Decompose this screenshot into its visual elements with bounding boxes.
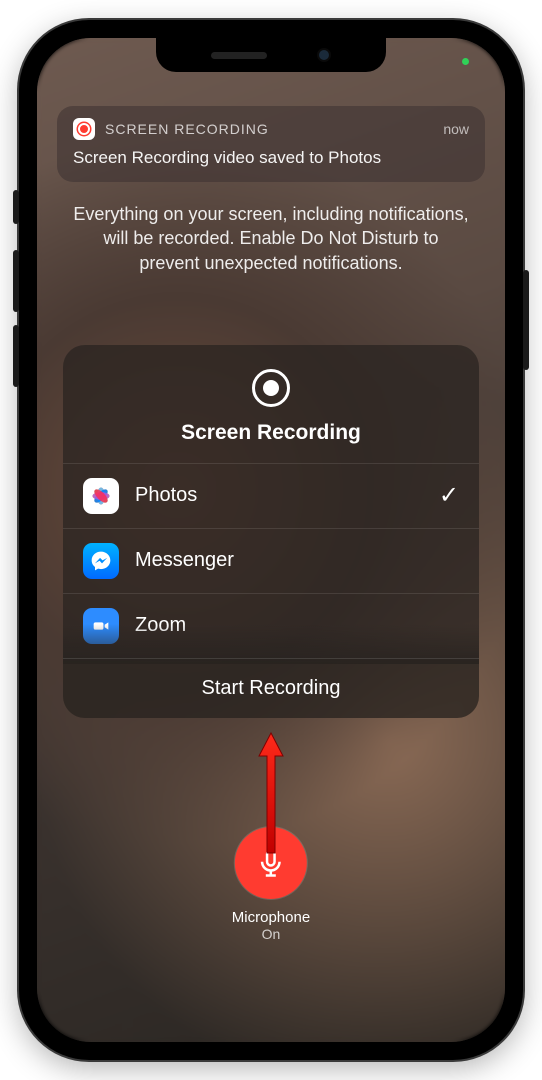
screen: SCREEN RECORDING now Screen Recording vi… xyxy=(37,38,505,1042)
screen-recording-panel: Screen Recording xyxy=(63,345,479,718)
start-recording-button[interactable]: Start Recording xyxy=(63,658,479,718)
recording-info-text: Everything on your screen, including not… xyxy=(73,202,469,275)
screen-recording-app-icon xyxy=(73,118,95,140)
volume-up-button[interactable] xyxy=(13,250,19,312)
iphone-frame: SCREEN RECORDING now Screen Recording vi… xyxy=(19,20,523,1060)
volume-down-button[interactable] xyxy=(13,325,19,387)
record-icon xyxy=(78,123,90,135)
speaker-grille xyxy=(211,52,267,59)
photos-app-icon xyxy=(83,478,119,514)
microphone-control[interactable]: Microphone On xyxy=(232,827,310,942)
app-label: Zoom xyxy=(135,614,186,637)
power-button[interactable] xyxy=(523,270,529,370)
checkmark-icon: ✓ xyxy=(439,481,459,510)
silence-switch[interactable] xyxy=(13,190,19,224)
messenger-app-icon xyxy=(83,543,119,579)
recording-indicator-dot xyxy=(462,58,469,65)
app-label: Messenger xyxy=(135,549,234,572)
microphone-label: Microphone xyxy=(232,909,310,926)
notification-banner[interactable]: SCREEN RECORDING now Screen Recording vi… xyxy=(57,106,485,182)
microphone-state: On xyxy=(262,926,281,942)
destination-app-list[interactable]: Photos ✓ Messenger Zoom xyxy=(63,463,479,658)
app-label: Photos xyxy=(135,484,197,507)
notification-app-name: SCREEN RECORDING xyxy=(105,121,269,137)
zoom-app-icon xyxy=(83,608,119,644)
microphone-icon xyxy=(256,848,286,878)
app-row-zoom[interactable]: Zoom xyxy=(63,594,479,658)
microphone-button[interactable] xyxy=(235,827,307,899)
notification-message: Screen Recording video saved to Photos xyxy=(73,148,469,168)
front-camera xyxy=(317,48,331,62)
record-icon xyxy=(252,369,290,407)
app-row-messenger[interactable]: Messenger xyxy=(63,529,479,594)
app-row-photos[interactable]: Photos ✓ xyxy=(63,464,479,529)
notification-timestamp: now xyxy=(443,121,469,137)
panel-title: Screen Recording xyxy=(181,421,361,445)
notch xyxy=(156,38,386,72)
